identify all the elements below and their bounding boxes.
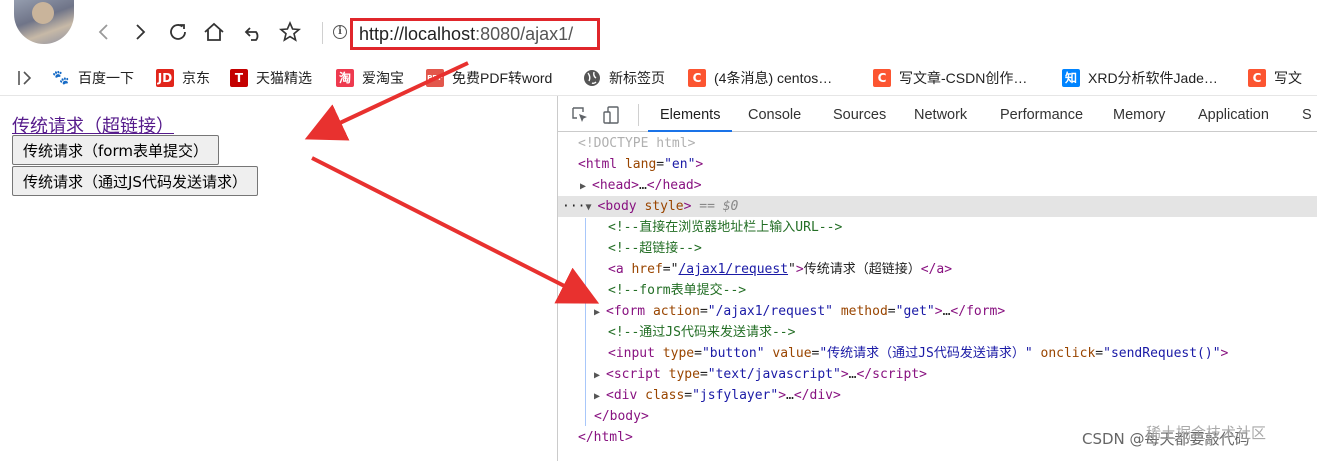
browser-toolbar: i http://localhost:8080/ajax1/ — [0, 0, 1317, 60]
bookmark-label: 写文章-CSDN创作… — [899, 70, 1028, 86]
undo-icon[interactable] — [240, 18, 268, 46]
sidebar-toggle-icon[interactable] — [16, 68, 36, 88]
bookmark-label: 京东 — [182, 70, 210, 86]
bookmark-label: (4条消息) centos… — [714, 70, 833, 86]
csdn-icon: C — [1248, 69, 1266, 87]
dom-line-comment-js[interactable]: <!--通过JS代码来发送请求--> — [558, 322, 1317, 343]
expand-triangle-icon[interactable]: ▶ — [594, 386, 606, 407]
js-request-button[interactable]: 传统请求（通过JS代码发送请求） — [12, 166, 258, 196]
bookmark-item[interactable]: 🐾 百度一下 — [52, 66, 134, 90]
star-icon[interactable] — [276, 18, 304, 46]
doctype-text: <!DOCTYPE html> — [578, 136, 696, 151]
toolbar-divider — [322, 22, 323, 44]
reload-icon[interactable] — [164, 18, 192, 46]
csdn-icon: C — [688, 69, 706, 87]
dom-line-anchor[interactable]: <a href="/ajax1/request">传统请求（超链接）</a> — [558, 259, 1317, 280]
dom-line-div[interactable]: ▶ <div class="jsfylayer">…</div> — [558, 385, 1317, 406]
watermark: CSDN @每天都要敲代码 稀土掘金技术社区 — [1082, 424, 1266, 449]
back-icon[interactable] — [90, 18, 118, 46]
bookmark-label: XRD分析软件Jade… — [1088, 70, 1218, 86]
devtools-tabbar: Elements Console Sources Network Performance… — [558, 96, 1317, 132]
arrow-to-form-comment — [311, 156, 600, 304]
bookmark-item[interactable]: C 写文章-CSDN创作… — [873, 66, 1027, 90]
globe-icon — [583, 69, 601, 87]
dom-line-input[interactable]: <input type="button" value="传统请求（通过JS代码发… — [558, 343, 1317, 364]
url-text[interactable]: http://localhost:8080/ajax1/ — [359, 24, 573, 45]
tab-elements[interactable]: Elements — [648, 96, 733, 132]
bookmark-item[interactable]: C 写文 — [1248, 66, 1302, 90]
dom-line-head[interactable]: ▶ <head>…</head> — [558, 175, 1317, 196]
bookmarks-bar: 🐾 百度一下 JD 京东 T 天猫精选 淘爱淘宝 PDF 免费PDF转word 新标签页 C (4条消… — [0, 60, 1317, 96]
baidu-icon: 🐾 — [52, 70, 70, 86]
taobao-icon: 淘 — [336, 69, 354, 87]
inspect-element-icon[interactable] — [570, 105, 590, 125]
info-icon[interactable]: i — [333, 25, 347, 39]
expand-triangle-icon[interactable]: ▶ — [580, 176, 592, 197]
tab-memory[interactable]: Memory — [1113, 96, 1165, 132]
dom-line-doctype[interactable]: <!DOCTYPE html> — [558, 133, 1317, 154]
form-submit-button[interactable]: 传统请求（form表单提交） — [12, 135, 219, 165]
pdf-icon: PDF — [426, 69, 444, 87]
csdn-icon: C — [873, 69, 891, 87]
device-toolbar-icon[interactable] — [602, 105, 622, 125]
url-host: http://localhost — [359, 24, 476, 44]
bookmark-item[interactable]: 知 XRD分析软件Jade… — [1062, 66, 1218, 90]
bookmark-item[interactable]: C (4条消息) centos… — [688, 66, 832, 90]
devtools-panel: Elements Console Sources Network Performance… — [557, 96, 1317, 461]
tab-performance[interactable]: Performance — [1000, 96, 1083, 132]
bookmark-item[interactable]: PDF 免费PDF转word — [426, 66, 552, 90]
forward-icon[interactable] — [126, 18, 154, 46]
expand-triangle-icon[interactable]: ▶ — [594, 302, 606, 323]
home-icon[interactable] — [200, 18, 228, 46]
dom-line-body-selected[interactable]: ···▼ <body style> == $0 — [558, 196, 1317, 217]
bookmark-label: 新标签页 — [609, 70, 665, 86]
tmall-icon: T — [230, 69, 248, 87]
bookmark-item[interactable]: T 天猫精选 — [230, 66, 312, 90]
devtools-divider — [638, 104, 639, 126]
tab-application[interactable]: Application — [1198, 96, 1269, 132]
bookmark-label: 天猫精选 — [256, 70, 312, 86]
bookmark-label: 写文 — [1274, 70, 1302, 86]
expand-triangle-icon[interactable]: ▶ — [594, 365, 606, 386]
dom-line-comment-form[interactable]: <!--form表单提交--> — [558, 280, 1317, 301]
dom-line-html[interactable]: <html lang="en"> — [558, 154, 1317, 175]
more-options-icon[interactable]: ··· — [562, 199, 585, 214]
tab-s[interactable]: S — [1302, 96, 1312, 132]
bookmark-label: 百度一下 — [78, 70, 134, 86]
watermark-ghost-text: 稀土掘金技术社区 — [1146, 424, 1267, 442]
jd-icon: JD — [156, 69, 174, 87]
tab-network[interactable]: Network — [914, 96, 967, 132]
zhihu-icon: 知 — [1062, 69, 1080, 87]
collapse-triangle-icon[interactable]: ▼ — [585, 197, 597, 218]
url-path: :8080/ajax1/ — [475, 24, 574, 44]
avatar[interactable] — [14, 0, 74, 44]
dom-line-comment-link[interactable]: <!--超链接--> — [558, 238, 1317, 259]
href-link[interactable]: /ajax1/request — [678, 262, 788, 277]
bookmark-item[interactable]: 新标签页 — [583, 66, 665, 90]
dom-line-form[interactable]: ▶ <form action="/ajax1/request" method="g… — [558, 301, 1317, 322]
bookmark-label: 免费PDF转word — [452, 70, 553, 86]
tab-console[interactable]: Console — [748, 96, 801, 132]
address-bar[interactable]: http://localhost:8080/ajax1/ — [350, 18, 600, 50]
tab-sources[interactable]: Sources — [833, 96, 886, 132]
bookmark-item[interactable]: 淘爱淘宝 — [336, 66, 404, 90]
bookmark-item[interactable]: JD 京东 — [156, 66, 210, 90]
dom-line-script[interactable]: ▶ <script type="text/javascript">…</scrip… — [558, 364, 1317, 385]
dom-line-comment-url[interactable]: <!--直接在浏览器地址栏上输入URL--> — [558, 217, 1317, 238]
bookmark-label: 爱淘宝 — [362, 70, 404, 86]
